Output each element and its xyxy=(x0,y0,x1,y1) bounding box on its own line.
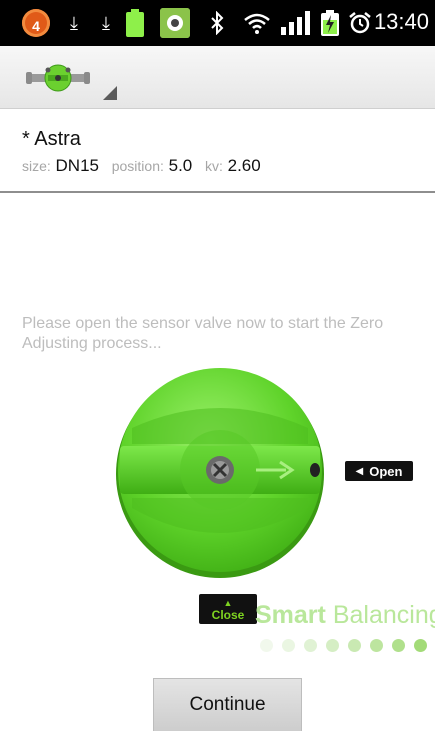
continue-button[interactable]: Continue xyxy=(153,678,302,731)
valve-logo-icon[interactable] xyxy=(26,60,90,94)
position-value: 5.0 xyxy=(168,156,193,175)
dot xyxy=(282,639,295,652)
dot xyxy=(304,639,317,652)
notification-badge-icon: 4 xyxy=(22,9,50,37)
dot xyxy=(348,639,361,652)
dot xyxy=(326,639,339,652)
brand-dots xyxy=(260,639,430,653)
battery-charging-icon xyxy=(319,10,341,36)
dot xyxy=(392,639,405,652)
dropdown-indicator-icon[interactable] xyxy=(103,86,117,100)
brand-regular: Balancing xyxy=(325,601,435,629)
kv-label: kv: xyxy=(205,158,223,174)
download-icon: ⤓ xyxy=(102,12,110,33)
position-label: position: xyxy=(111,158,164,174)
size-label: size: xyxy=(22,158,51,174)
valve-name: * Astra xyxy=(22,128,81,150)
bluetooth-icon xyxy=(207,10,227,36)
open-label: Open xyxy=(369,463,403,479)
valve-wheel[interactable] xyxy=(110,358,330,590)
dot xyxy=(370,639,383,652)
left-arrow-icon: ◀ xyxy=(355,465,364,477)
clock: 13:40 xyxy=(373,9,429,34)
close-tag: ▲ Close xyxy=(199,594,257,624)
divider xyxy=(0,191,435,193)
download-icon: ⤓ xyxy=(70,12,78,33)
alarm-icon xyxy=(348,10,372,36)
instruction-text: Please open the sensor valve now to star… xyxy=(22,315,384,352)
brand-logo: Smart Balancing xyxy=(255,601,435,630)
open-tag: ◀ Open xyxy=(345,461,413,481)
brand-bold: Smart xyxy=(255,601,326,629)
signal-icon xyxy=(281,10,311,36)
action-bar xyxy=(0,46,435,109)
notification-count: 4 xyxy=(32,18,40,34)
close-label: Close xyxy=(211,608,245,622)
size-value: DN15 xyxy=(55,156,99,175)
kv-value: 2.60 xyxy=(227,156,261,175)
wifi-icon xyxy=(243,10,271,36)
status-bar: 4 ⤓ ⤓ 13:40 xyxy=(0,0,435,46)
dot xyxy=(260,639,273,652)
valve-specs: size: DN15 position: 5.0 kv: 2.60 xyxy=(22,156,269,176)
dot xyxy=(414,639,427,652)
app-notification-icon xyxy=(160,8,190,38)
battery-icon xyxy=(125,9,145,37)
